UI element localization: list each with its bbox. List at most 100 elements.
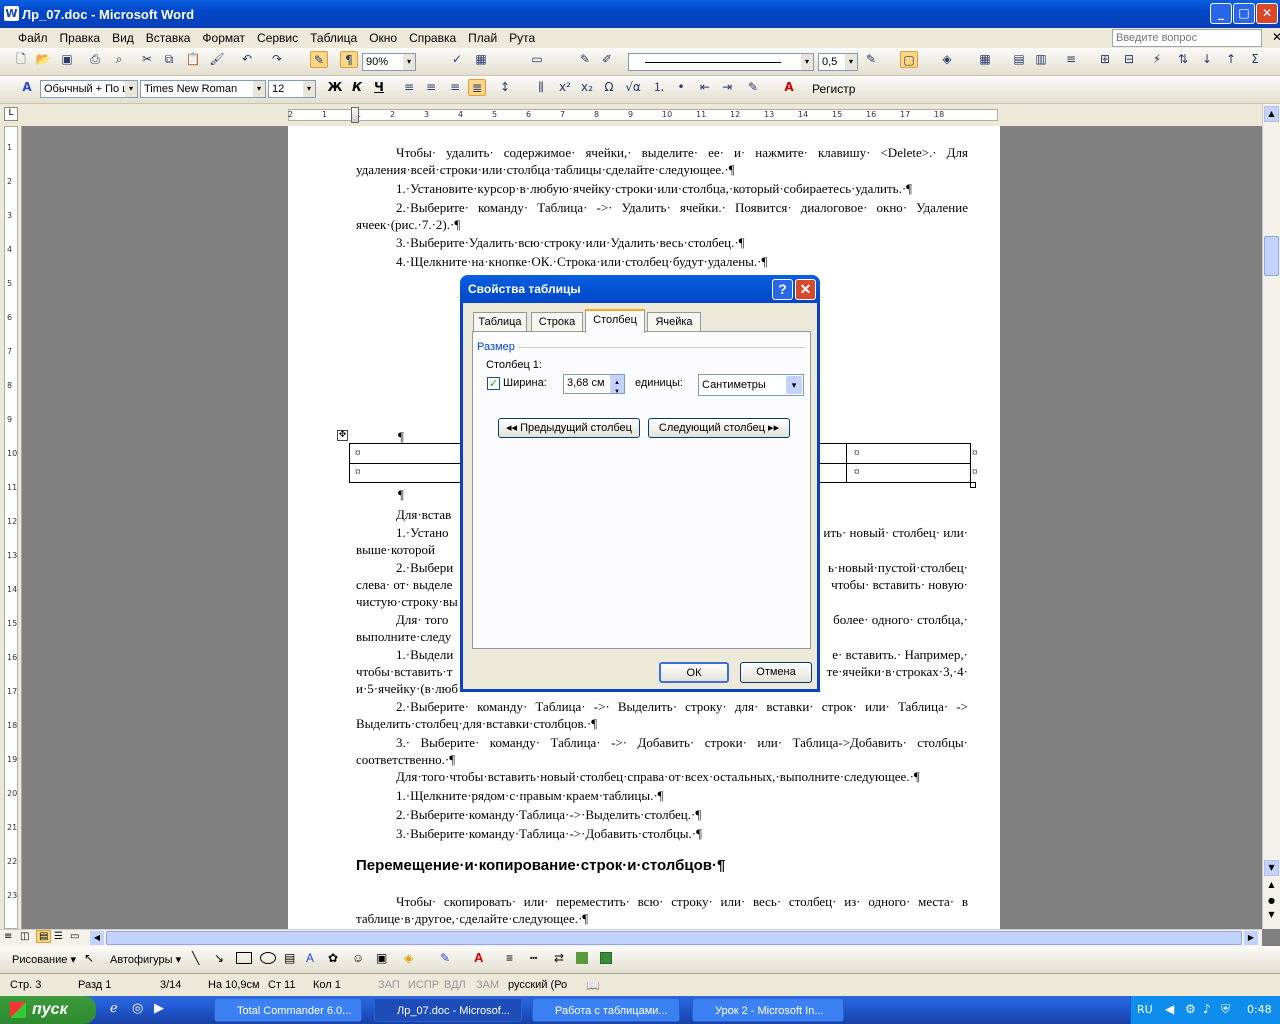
paragraph[interactable]: 2.·Выберите· команду· Таблица· ->· Выдел… (356, 698, 968, 732)
line-icon[interactable]: ╲ (192, 951, 199, 965)
undo-icon[interactable]: ↶ (238, 51, 256, 68)
drawing-toggle-icon[interactable]: ✎ (310, 51, 328, 68)
highlight-icon[interactable]: ✎ (744, 79, 762, 96)
track-icon[interactable]: ✐ (598, 51, 616, 68)
scroll-thumb[interactable] (1264, 236, 1279, 276)
tab-selector-icon[interactable]: L (4, 107, 18, 121)
scroll-down-icon[interactable]: ▼ (1264, 860, 1279, 876)
read-mode-icon[interactable]: ▭ (528, 51, 546, 68)
menu-window[interactable]: Окно (363, 31, 403, 45)
zoom-select[interactable]: 90% ▾ (362, 53, 416, 71)
edit-icon[interactable]: ✎ (576, 51, 594, 68)
align-right-icon[interactable]: ≡ (446, 79, 464, 96)
paragraph[interactable]: Чтобы· удалить· содержимое· ячейки,· выд… (356, 144, 968, 178)
width-checkbox[interactable]: ✓ (487, 377, 500, 390)
tray-security-icon[interactable]: ⛨ (1221, 1002, 1230, 1017)
paragraph[interactable]: 1.·Щелкните·рядом·с·правым·краем·таблицы… (356, 787, 968, 804)
prev-page-icon[interactable]: ▲ (1264, 880, 1279, 894)
justify-icon[interactable]: ≣ (468, 79, 486, 96)
media-quicklaunch-icon[interactable]: ▶ (154, 1001, 164, 1016)
web-view-icon[interactable]: ◫ (20, 931, 29, 942)
align-left-icon[interactable]: ≡ (400, 79, 418, 96)
menu-insert[interactable]: Вставка (140, 31, 197, 45)
outline-view-icon[interactable]: ☰ (54, 931, 63, 942)
table-cell[interactable]: ¤ (854, 466, 860, 478)
diagram-icon[interactable]: ✿ (328, 951, 338, 965)
autoformat-icon[interactable]: ⚡ (1148, 51, 1166, 68)
paragraph[interactable]: 3.·Выберите·Удалить·всю·строку·или·Удали… (356, 234, 968, 251)
picture-icon[interactable]: ▣ (376, 951, 387, 965)
status-ext[interactable]: ВДЛ (444, 979, 466, 991)
task-total-commander[interactable]: Total Commander 6.0... (214, 998, 362, 1022)
shading-icon[interactable]: ◈ (938, 51, 956, 68)
insert-table-icon[interactable]: ▦ (976, 51, 994, 68)
normal-view-icon[interactable]: ≡ (4, 931, 12, 942)
wordart-icon[interactable]: A (306, 951, 314, 965)
outlook-quicklaunch-icon[interactable]: ◎ (132, 1001, 143, 1016)
paragraph[interactable]: 3.·Выберите·команду·Таблица·->·Добавить·… (356, 825, 968, 842)
research-icon[interactable]: ▦ (472, 51, 490, 68)
sort-desc-icon[interactable]: ↑ (1222, 51, 1240, 68)
menu-file[interactable]: Файл (12, 31, 54, 45)
tray-back-icon[interactable]: ◀ (1165, 1002, 1174, 1016)
bullets-icon[interactable]: • (672, 79, 690, 96)
select-objects-icon[interactable]: ↖ (84, 951, 94, 965)
dialog-close-button[interactable]: ✕ (795, 279, 816, 300)
indent-marker[interactable] (351, 107, 359, 123)
line-weight-select[interactable]: 0,5 ▾ (818, 53, 858, 71)
reading-view-icon[interactable]: ▭ (70, 931, 79, 942)
print-view-icon[interactable]: ▤ (36, 930, 52, 943)
ok-button[interactable]: ОК (659, 662, 729, 683)
menu-plai[interactable]: Плай (462, 31, 503, 45)
superscript-icon[interactable]: x² (556, 79, 574, 96)
print-preview-icon[interactable]: ⌕ (110, 51, 128, 68)
next-page-icon[interactable]: ▼ (1264, 910, 1279, 924)
equation-icon[interactable]: √α (624, 79, 642, 96)
columns-icon[interactable]: ⫼ (532, 79, 550, 96)
arrow-icon[interactable]: ↘ (214, 951, 224, 965)
maximize-button[interactable]: □ (1233, 3, 1255, 24)
tab-column[interactable]: Столбец (585, 309, 645, 333)
open-icon[interactable]: 📂 (34, 51, 52, 68)
table-cell[interactable]: ¤ (854, 447, 860, 459)
numbering-icon[interactable]: ⒈ (650, 79, 668, 96)
new-doc-icon[interactable]: 🗋 (12, 51, 30, 68)
horizontal-ruler[interactable]: L 21123456789101112131415161718 (0, 104, 1280, 126)
paragraph[interactable]: 2.·Выберите· команду· Таблица· ->· Удали… (356, 199, 968, 233)
font-size-select[interactable]: 12 ▾ (268, 80, 316, 98)
tab-cell[interactable]: Ячейка (647, 312, 701, 332)
fill-color-icon[interactable]: ◈ (404, 951, 413, 965)
browse-object-icon[interactable]: ● (1264, 896, 1279, 910)
table-cell[interactable]: ¤ (355, 447, 361, 459)
paragraph[interactable]: Чтобы· скопировать· или· переместить· вс… (356, 893, 968, 927)
line-style-select[interactable]: ▾ (628, 53, 814, 71)
menu-view[interactable]: Вид (106, 31, 140, 45)
cancel-button[interactable]: Отмена (740, 662, 812, 683)
status-trk[interactable]: ИСПР (408, 979, 439, 991)
task-word-doc[interactable]: Лр_07.doc - Microsof... (374, 998, 522, 1022)
scroll-up-icon[interactable]: ▲ (1264, 106, 1279, 122)
menu-tools[interactable]: Сервис (251, 31, 304, 45)
tray-clock[interactable]: 0:48 (1247, 1003, 1272, 1016)
scroll-left-icon[interactable]: ◀ (90, 931, 104, 945)
decrease-indent-icon[interactable]: ⇤ (696, 79, 714, 96)
special-chars-icon[interactable]: Ω (600, 79, 618, 96)
spin-up-icon[interactable]: ▲ (610, 375, 624, 386)
spin-down-icon[interactable]: ▼ (610, 384, 624, 393)
split-cells-icon[interactable]: ▥ (1032, 51, 1050, 68)
3d-icon[interactable] (600, 952, 612, 964)
format-painter-icon[interactable]: 🖌 (208, 51, 226, 68)
textbox-icon[interactable]: ▤ (284, 951, 295, 965)
italic-button[interactable]: К (348, 79, 366, 96)
horizontal-scrollbar[interactable]: ≡ ◫ ▤ ☰ ▭ ◀ ▶ (0, 929, 1262, 946)
units-select[interactable]: Сантиметры ▾ (698, 374, 804, 396)
bold-button[interactable]: Ж (326, 79, 344, 96)
text-direction-icon[interactable]: ⇅ (1174, 51, 1192, 68)
paragraph[interactable]: 2.·Выберите·команду·Таблица·->·Выделить·… (356, 806, 968, 823)
border-color-icon[interactable]: ✎ (862, 51, 880, 68)
minimize-button[interactable]: _ (1210, 3, 1232, 24)
previous-column-button[interactable]: ◂◂ Предыдущий столбец (498, 418, 640, 438)
table-cell[interactable]: ¤ (355, 466, 361, 478)
table-move-handle-icon[interactable]: ✥ (337, 430, 348, 441)
menu-table[interactable]: Таблица (304, 31, 363, 45)
